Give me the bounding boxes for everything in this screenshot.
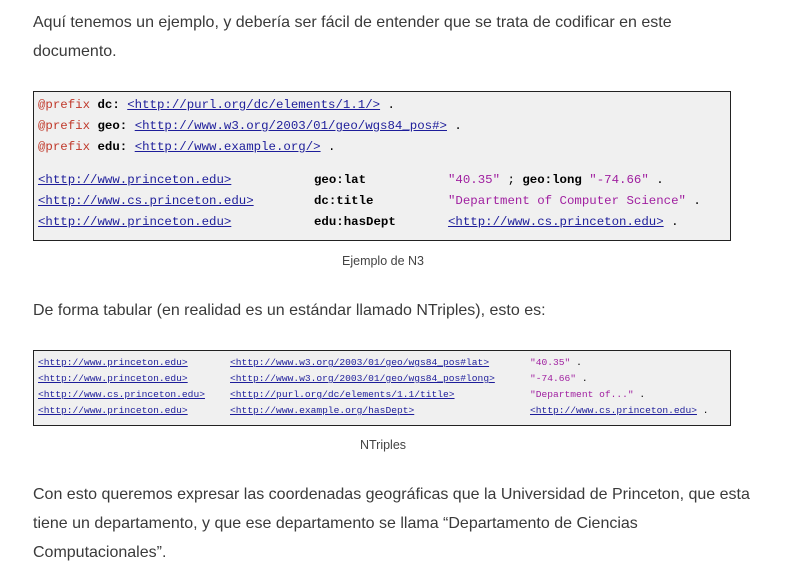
statement-end: . [648, 173, 664, 187]
prefix-line: @prefix edu: <http://www.example.org/> . [38, 137, 730, 158]
subject-uri-link[interactable]: <http://www.princeton.edu> [38, 405, 188, 416]
prefix-name: dc: [97, 98, 120, 112]
prefix-name: geo: [97, 119, 128, 133]
predicate-uri-link[interactable]: <http://www.w3.org/2003/01/geo/wgs84_pos… [230, 373, 495, 384]
triple-line: <http://www.cs.princeton.edu> dc:title "De… [38, 191, 730, 212]
prefix-name: edu: [97, 140, 128, 154]
object-uri-link[interactable]: <http://www.cs.princeton.edu> [448, 215, 664, 229]
object-literal: "Department of Computer Science" [448, 194, 686, 208]
separator: ; [500, 173, 523, 187]
prefix-keyword: @prefix [38, 140, 91, 154]
prefix-line: @prefix geo: <http://www.w3.org/2003/01/… [38, 116, 730, 137]
ntriple-row: <http://www.cs.princeton.edu> <http://pur… [38, 387, 730, 403]
predicate: geo:lat [314, 173, 367, 187]
subject-uri-link[interactable]: <http://www.princeton.edu> [38, 215, 231, 229]
statement-end: . [576, 373, 588, 384]
ntriple-row: <http://www.princeton.edu> <http://www.w3… [38, 355, 730, 371]
ntriple-row: <http://www.princeton.edu> <http://www.ex… [38, 403, 730, 419]
object-literal: "-74.66" [530, 373, 577, 384]
conclusion-paragraph: Con esto queremos expresar las coordenad… [33, 486, 750, 561]
prefix-keyword: @prefix [38, 119, 91, 133]
predicate: edu:hasDept [314, 215, 396, 229]
predicate-uri-link[interactable]: <http://purl.org/dc/elements/1.1/title> [230, 389, 455, 400]
predicate-uri-link[interactable]: <http://www.w3.org/2003/01/geo/wgs84_pos… [230, 357, 489, 368]
statement-end: . [663, 215, 679, 229]
triple-line: <http://www.princeton.edu> geo:lat "40.35"… [38, 170, 730, 191]
subject-uri-link[interactable]: <http://www.princeton.edu> [38, 373, 188, 384]
prefix-line: @prefix dc: <http://purl.org/dc/elements… [38, 95, 730, 116]
ntriples-caption: NTriples [359, 438, 407, 452]
prefix-uri-link[interactable]: <http://purl.org/dc/elements/1.1/> [127, 98, 380, 112]
object-literal: "Department of..." [530, 389, 634, 400]
object-literal: "40.35" [530, 357, 571, 368]
ntriple-row: <http://www.princeton.edu> <http://www.w3… [38, 371, 730, 387]
prefix-uri-link[interactable]: <http://www.w3.org/2003/01/geo/wgs84_pos… [135, 119, 447, 133]
n3-code-block: @prefix dc: <http://purl.org/dc/elements… [33, 91, 731, 241]
statement-end: . [696, 405, 709, 416]
ntriples-code-block: <http://www.princeton.edu> <http://www.w3… [33, 350, 731, 426]
subject-uri-link[interactable]: <http://www.princeton.edu> [38, 357, 188, 368]
triple-line: <http://www.princeton.edu> edu:hasDept <ht… [38, 212, 730, 233]
statement-end: . [633, 389, 646, 400]
predicate: geo:long [522, 173, 582, 187]
tabular-paragraph: De forma tabular (en realidad es un está… [33, 302, 546, 319]
subject-uri-link[interactable]: <http://www.cs.princeton.edu> [38, 389, 205, 400]
object-literal: "40.35" [448, 173, 501, 187]
subject-uri-link[interactable]: <http://www.cs.princeton.edu> [38, 194, 254, 208]
statement-end: . [380, 98, 395, 112]
prefix-uri-link[interactable]: <http://www.example.org/> [135, 140, 321, 154]
n3-caption: Ejemplo de N3 [342, 254, 424, 268]
predicate: dc:title [314, 194, 374, 208]
statement-end: . [685, 194, 701, 208]
subject-uri-link[interactable]: <http://www.princeton.edu> [38, 173, 231, 187]
predicate-uri-link[interactable]: <http://www.example.org/hasDept> [230, 405, 414, 416]
statement-end: . [446, 119, 462, 133]
statement-end: . [320, 140, 336, 154]
intro-paragraph: Aquí tenemos un ejemplo, y debería ser f… [33, 14, 672, 60]
object-literal: "-74.66" [581, 173, 649, 187]
prefix-keyword: @prefix [38, 98, 91, 112]
object-uri-link[interactable]: <http://www.cs.princeton.edu> [530, 405, 697, 416]
statement-end: . [570, 357, 582, 368]
